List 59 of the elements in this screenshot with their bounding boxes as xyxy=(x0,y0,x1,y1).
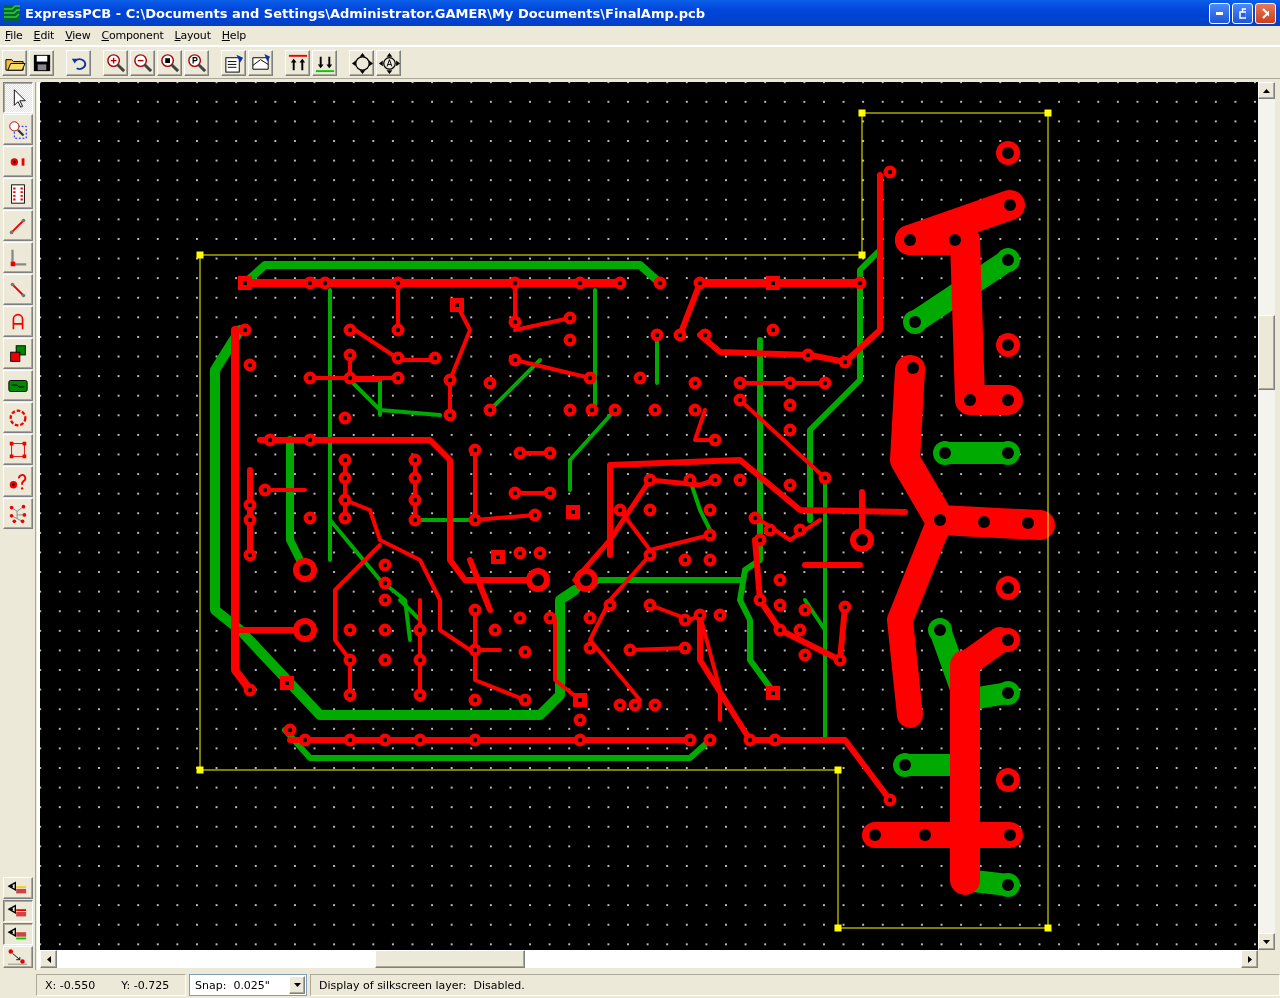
layers-icon xyxy=(7,342,29,365)
layer-toggle-button[interactable] xyxy=(3,923,33,945)
dropdown-button[interactable] xyxy=(289,976,305,994)
scroll-left-button[interactable] xyxy=(40,950,57,968)
minimize-button[interactable] xyxy=(1209,2,1230,24)
snap-dropdown[interactable]: Snap: 0.025" xyxy=(189,974,307,996)
scrollbar-thumb[interactable] xyxy=(375,950,525,968)
toolbar-button[interactable] xyxy=(103,49,128,76)
scrollbar-thumb[interactable] xyxy=(1258,315,1275,390)
toolbar-button[interactable] xyxy=(312,49,337,76)
left-arrow-icon xyxy=(46,955,51,963)
vertical-scrollbar[interactable] xyxy=(1258,82,1275,950)
toolbar-button[interactable] xyxy=(66,49,91,76)
toolbar-button[interactable] xyxy=(130,49,155,76)
restore-icon xyxy=(1239,7,1246,19)
scroll-down-button[interactable] xyxy=(1258,933,1275,950)
menu-item[interactable]: File xyxy=(0,29,29,42)
up-arrow-icon xyxy=(1263,88,1270,93)
rotate-icon xyxy=(350,51,373,74)
toolbar-button[interactable] xyxy=(221,49,246,76)
zoom-in-icon xyxy=(104,51,127,74)
app-icon xyxy=(4,5,20,21)
tool-button[interactable] xyxy=(3,82,33,113)
right-arrow-icon xyxy=(1247,955,1252,963)
toolbar-button[interactable] xyxy=(376,49,401,76)
restore-button[interactable] xyxy=(1232,2,1253,24)
toolbar-button[interactable] xyxy=(157,49,182,76)
toolbar-button[interactable] xyxy=(29,49,54,76)
menu-item[interactable]: Layout xyxy=(169,29,217,42)
zoom-out-icon xyxy=(131,51,154,74)
status-message: Display of silkscreen layer: Disabled. xyxy=(319,978,525,992)
toolbar-button[interactable] xyxy=(349,49,374,76)
window-title: ExpressPCB - C:\Documents and Settings\Administrator.GAMER\My Documents\FinalAmp.pcb xyxy=(25,5,707,21)
rotate-letter-icon xyxy=(377,51,400,74)
close-button[interactable] xyxy=(1255,2,1276,24)
menu-item[interactable]: View xyxy=(60,29,97,42)
x-coordinate: X: -0.550 xyxy=(45,978,96,992)
menu-item[interactable]: Help xyxy=(216,29,253,42)
ratsnest-icon xyxy=(7,948,29,966)
zoom-page-icon xyxy=(185,51,208,74)
close-icon xyxy=(1262,7,1269,19)
snap-value: Snap: 0.025" xyxy=(195,978,270,992)
scroll-right-button[interactable] xyxy=(1241,950,1258,968)
zoom-area-icon xyxy=(7,118,29,141)
layer-toggle-button[interactable] xyxy=(3,900,33,922)
toolbar-button[interactable] xyxy=(184,49,209,76)
menu-item[interactable]: Component xyxy=(96,29,170,42)
down-arrow-icon xyxy=(1263,939,1270,944)
y-coordinate: Y: -0.725 xyxy=(121,978,170,992)
horizontal-scrollbar[interactable] xyxy=(40,950,1258,968)
minimize-icon xyxy=(1216,11,1223,15)
toolbar-button[interactable] xyxy=(248,49,273,76)
toolbar-button[interactable] xyxy=(285,49,310,76)
toolbar-button[interactable] xyxy=(2,49,27,76)
menu-item[interactable]: Edit xyxy=(28,29,61,42)
zoom-fit-icon xyxy=(158,51,181,74)
scroll-up-button[interactable] xyxy=(1258,82,1275,99)
caret-icon xyxy=(293,983,301,987)
netlist-icon xyxy=(7,502,29,525)
